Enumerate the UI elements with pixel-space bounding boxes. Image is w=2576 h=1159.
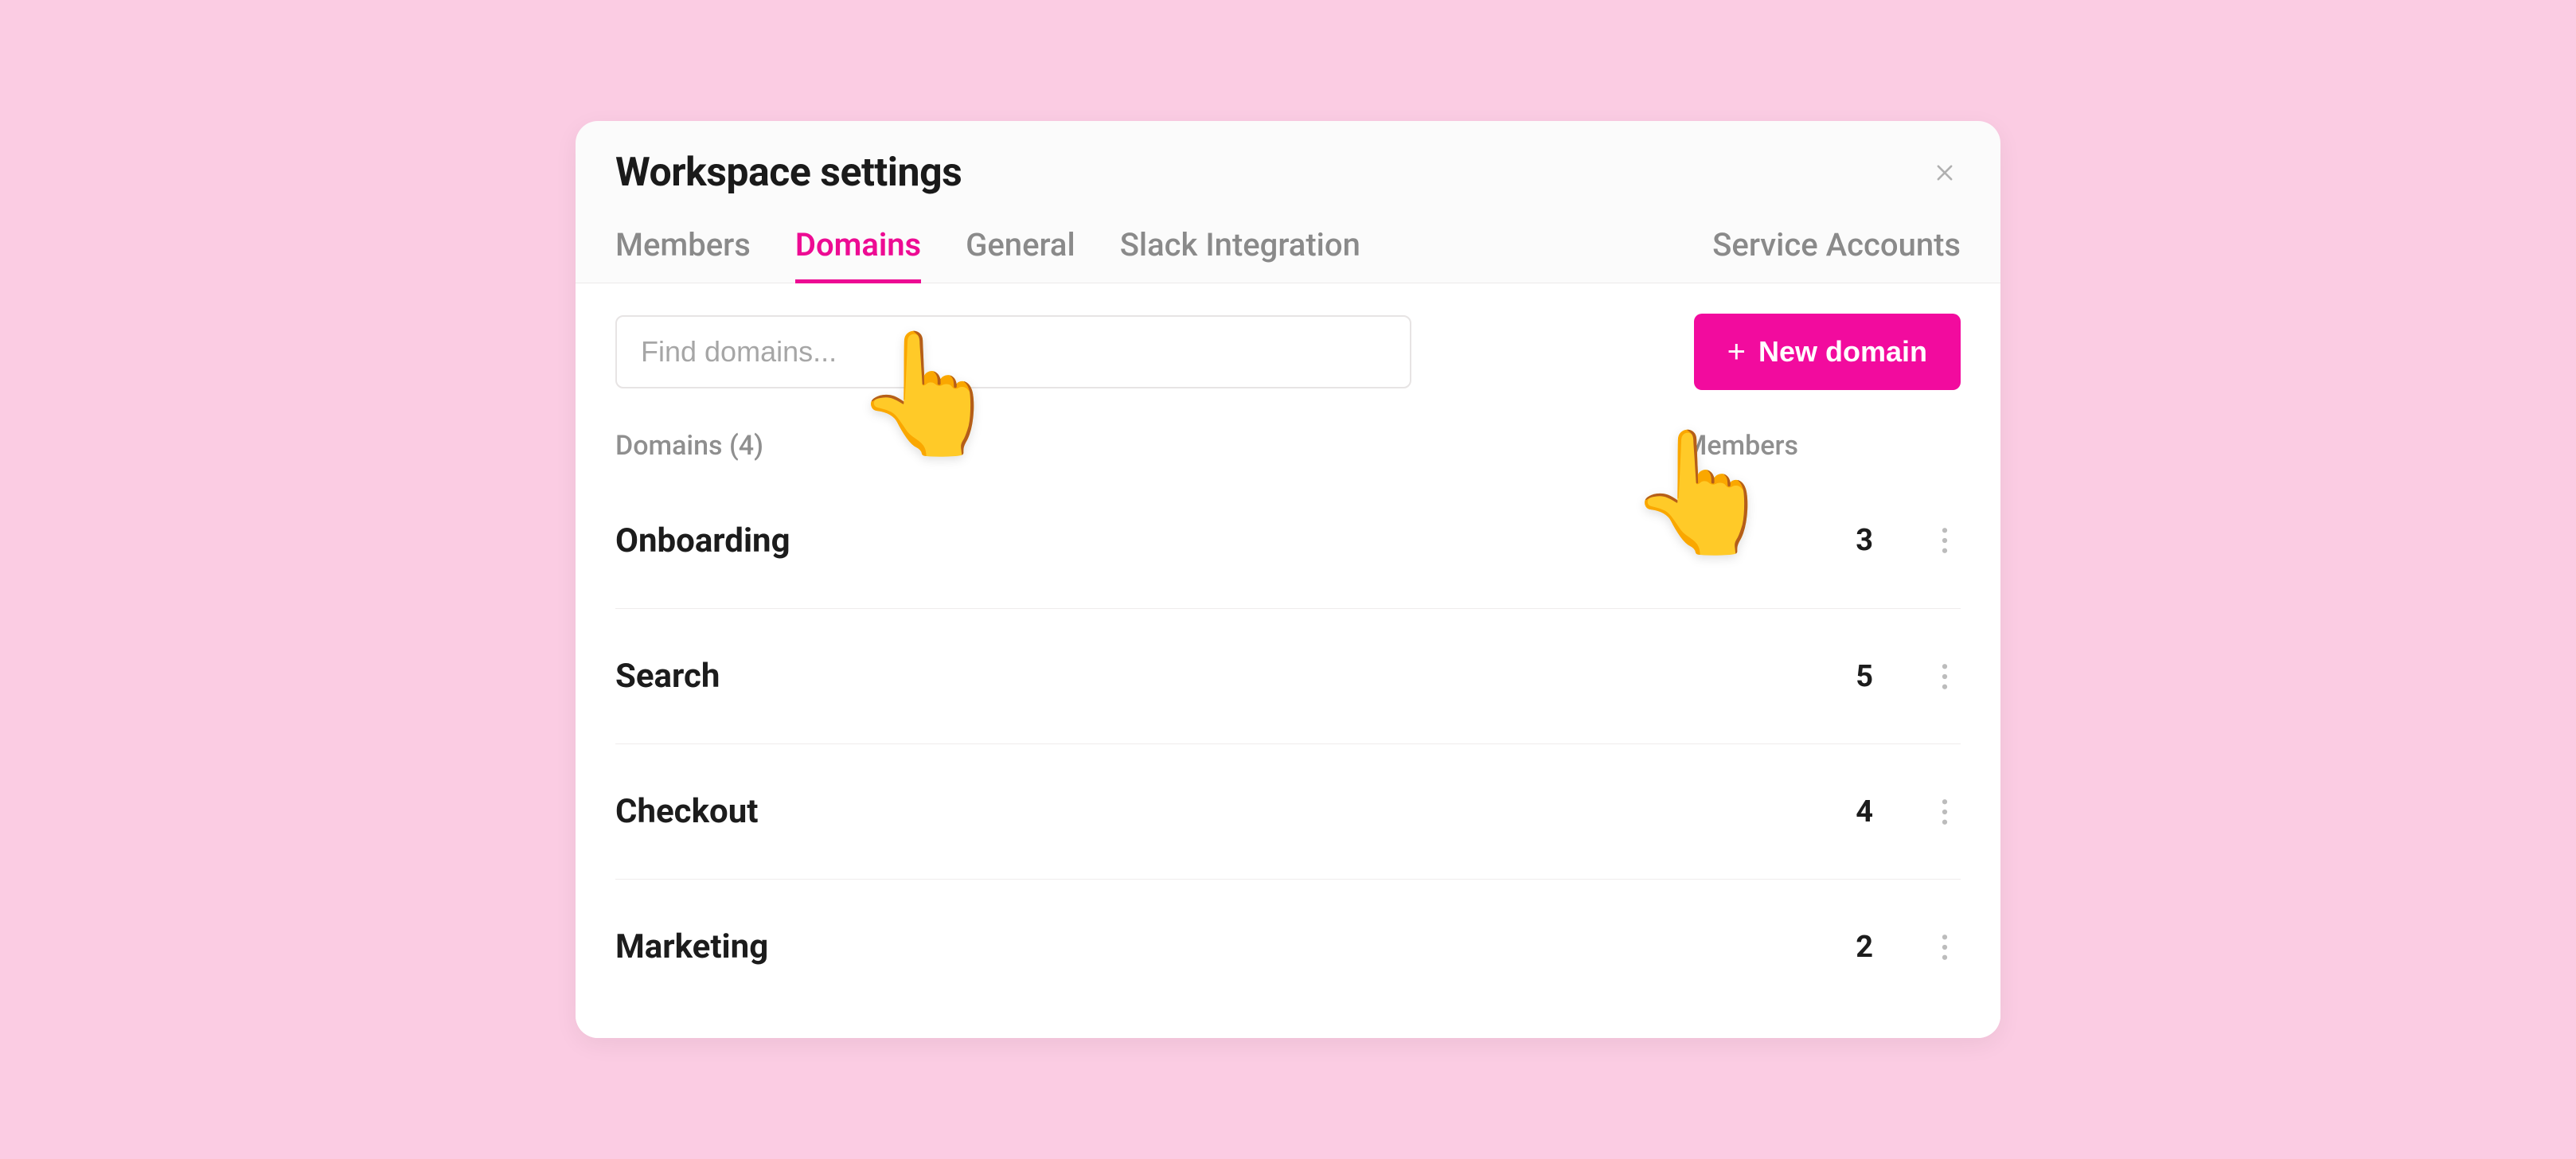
close-button[interactable] — [1929, 157, 1961, 189]
domain-members: 4 — [1690, 794, 1873, 829]
plus-icon: + — [1727, 336, 1746, 368]
row-actions-button[interactable] — [1929, 661, 1961, 693]
kebab-icon — [1941, 527, 1949, 554]
domain-name: Search — [615, 657, 1690, 696]
column-header-members: Members — [1684, 430, 1798, 462]
tab-service-accounts[interactable]: Service Accounts — [1712, 217, 1961, 283]
tab-general[interactable]: General — [966, 217, 1075, 283]
domain-members: 2 — [1690, 930, 1873, 965]
tab-members[interactable]: Members — [615, 217, 751, 283]
table-header: Domains (4) Members — [615, 412, 1961, 473]
modal-title: Workspace settings — [615, 150, 962, 196]
domain-name: Marketing — [615, 927, 1690, 966]
table-row[interactable]: Search 5 — [615, 608, 1961, 743]
kebab-icon — [1941, 934, 1949, 961]
column-header-domains: Domains (4) — [615, 430, 763, 462]
domain-name: Onboarding — [615, 521, 1690, 560]
domain-name: Checkout — [615, 792, 1690, 831]
close-icon — [1934, 162, 1956, 184]
table-row[interactable]: Onboarding 3 — [615, 473, 1961, 608]
row-actions-button[interactable] — [1929, 796, 1961, 828]
table-row[interactable]: Checkout 4 — [615, 743, 1961, 879]
tabs: Members Domains General Slack Integratio… — [576, 217, 2000, 283]
table-row[interactable]: Marketing 2 — [615, 879, 1961, 1014]
row-actions-button[interactable] — [1929, 931, 1961, 963]
search-input[interactable] — [615, 315, 1411, 388]
tab-content: + New domain Domains (4) Members Onboard… — [576, 283, 2000, 1038]
tab-slack-integration[interactable]: Slack Integration — [1120, 217, 1360, 283]
new-domain-label: New domain — [1758, 335, 1927, 369]
domains-list: Onboarding 3 Search 5 — [615, 473, 1961, 1014]
kebab-icon — [1941, 663, 1949, 690]
domain-members: 5 — [1690, 659, 1873, 694]
domain-members: 3 — [1690, 523, 1873, 558]
modal-header: Workspace settings — [576, 121, 2000, 217]
workspace-settings-modal: Workspace settings Members Domains Gener… — [576, 121, 2000, 1038]
row-actions-button[interactable] — [1929, 525, 1961, 556]
controls-bar: + New domain — [615, 314, 1961, 390]
tab-domains[interactable]: Domains — [795, 217, 921, 283]
kebab-icon — [1941, 798, 1949, 825]
new-domain-button[interactable]: + New domain — [1694, 314, 1961, 390]
